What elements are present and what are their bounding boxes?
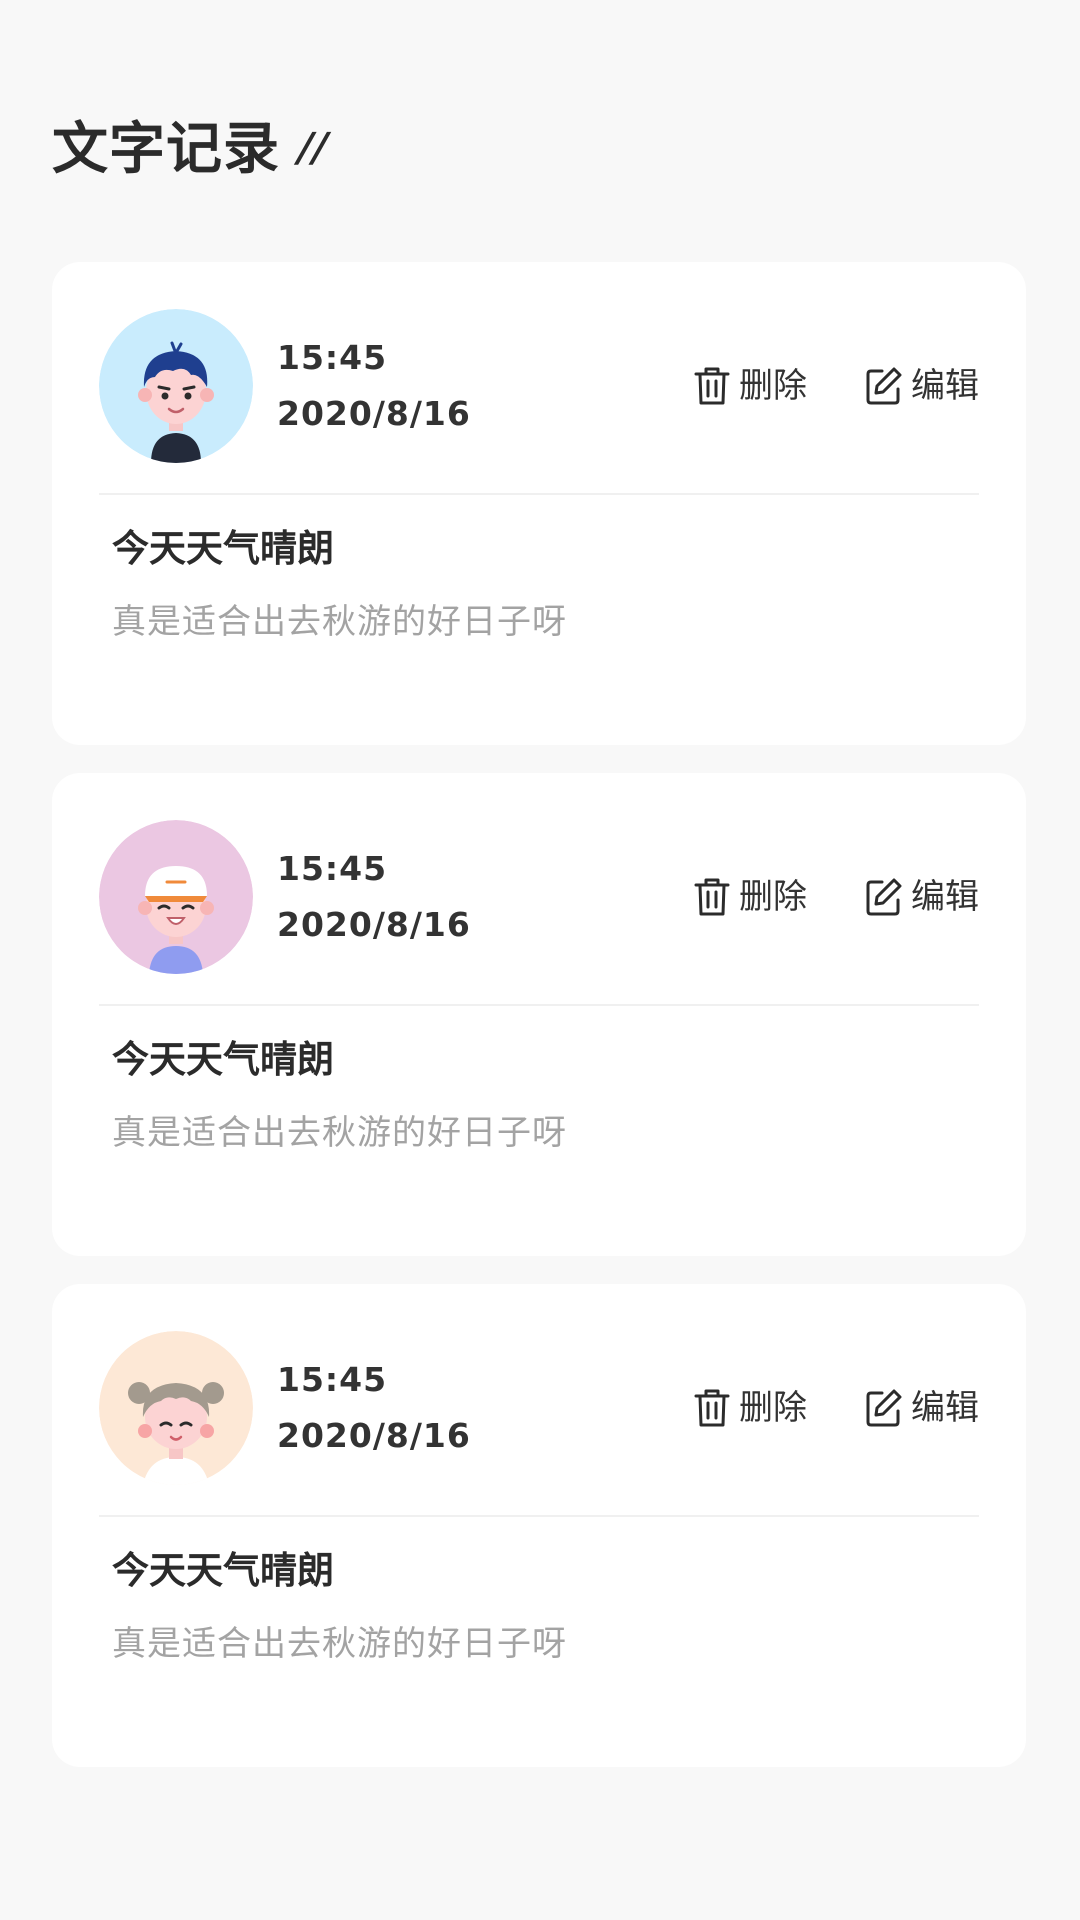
edit-button[interactable]: 编辑: [865, 877, 983, 917]
delete-button[interactable]: 删除: [693, 877, 811, 917]
trash-icon: [694, 1389, 730, 1427]
record-actions: 删除 编辑: [693, 1388, 983, 1428]
entry-text: 真是适合出去秋游的好日子呀: [112, 602, 567, 642]
entry-title: 今天天气晴朗: [112, 1038, 334, 1081]
record-header: 15:45 2020/8/16 删除 编辑: [99, 308, 983, 464]
record-header: 15:45 2020/8/16 删除 编辑: [99, 819, 983, 975]
edit-icon: [866, 1389, 902, 1427]
trash-icon: [694, 367, 730, 405]
edit-label: 编辑: [911, 366, 983, 406]
record-date: 2020/8/16: [277, 394, 471, 433]
edit-icon: [866, 367, 902, 405]
record-time: 15:45: [277, 1360, 388, 1399]
timestamp: 15:45 2020/8/16: [277, 1330, 471, 1486]
avatar: [99, 820, 253, 974]
record-actions: 删除 编辑: [693, 877, 983, 917]
edit-button[interactable]: 编辑: [865, 366, 983, 406]
delete-label: 删除: [739, 366, 811, 406]
entry-title: 今天天气晴朗: [112, 1549, 334, 1592]
divider: [99, 493, 979, 495]
page-header: 文字记录 //: [52, 104, 333, 184]
boy-blue-hair-avatar-icon: [99, 309, 253, 463]
record-content: 今天天气晴朗 真是适合出去秋游的好日子呀: [112, 524, 966, 646]
record-card[interactable]: 15:45 2020/8/16 删除 编辑 今天天气晴朗 真是适合出去秋游的好日…: [52, 1284, 1026, 1767]
timestamp: 15:45 2020/8/16: [277, 308, 471, 464]
page-title: 文字记录: [52, 116, 280, 182]
entry-title: 今天天气晴朗: [112, 527, 334, 570]
record-time: 15:45: [277, 849, 388, 888]
avatar: [99, 309, 253, 463]
delete-label: 删除: [739, 1388, 811, 1428]
record-date: 2020/8/16: [277, 905, 471, 944]
record-date: 2020/8/16: [277, 1416, 471, 1455]
edit-button[interactable]: 编辑: [865, 1388, 983, 1428]
record-actions: 删除 编辑: [693, 366, 983, 406]
record-time: 15:45: [277, 338, 388, 377]
delete-label: 删除: [739, 877, 811, 917]
record-list: 15:45 2020/8/16 删除 编辑 今天天气晴朗 真是适合出去秋游的好日…: [52, 262, 1026, 1795]
record-content: 今天天气晴朗 真是适合出去秋游的好日子呀: [112, 1546, 966, 1668]
delete-button[interactable]: 删除: [693, 1388, 811, 1428]
title-decoration: //: [292, 125, 333, 171]
divider: [99, 1515, 979, 1517]
divider: [99, 1004, 979, 1006]
edit-label: 编辑: [911, 1388, 983, 1428]
girl-buns-avatar-icon: [99, 1331, 253, 1485]
entry-text: 真是适合出去秋游的好日子呀: [112, 1624, 567, 1664]
record-content: 今天天气晴朗 真是适合出去秋游的好日子呀: [112, 1035, 966, 1157]
edit-icon: [866, 878, 902, 916]
record-card[interactable]: 15:45 2020/8/16 删除 编辑 今天天气晴朗 真是适合出去秋游的好日…: [52, 773, 1026, 1256]
delete-button[interactable]: 删除: [693, 366, 811, 406]
record-card[interactable]: 15:45 2020/8/16 删除 编辑 今天天气晴朗 真是适合出去秋游的好日…: [52, 262, 1026, 745]
boy-white-cap-avatar-icon: [99, 820, 253, 974]
entry-text: 真是适合出去秋游的好日子呀: [112, 1113, 567, 1153]
record-header: 15:45 2020/8/16 删除 编辑: [99, 1330, 983, 1486]
trash-icon: [694, 878, 730, 916]
timestamp: 15:45 2020/8/16: [277, 819, 471, 975]
avatar: [99, 1331, 253, 1485]
edit-label: 编辑: [911, 877, 983, 917]
